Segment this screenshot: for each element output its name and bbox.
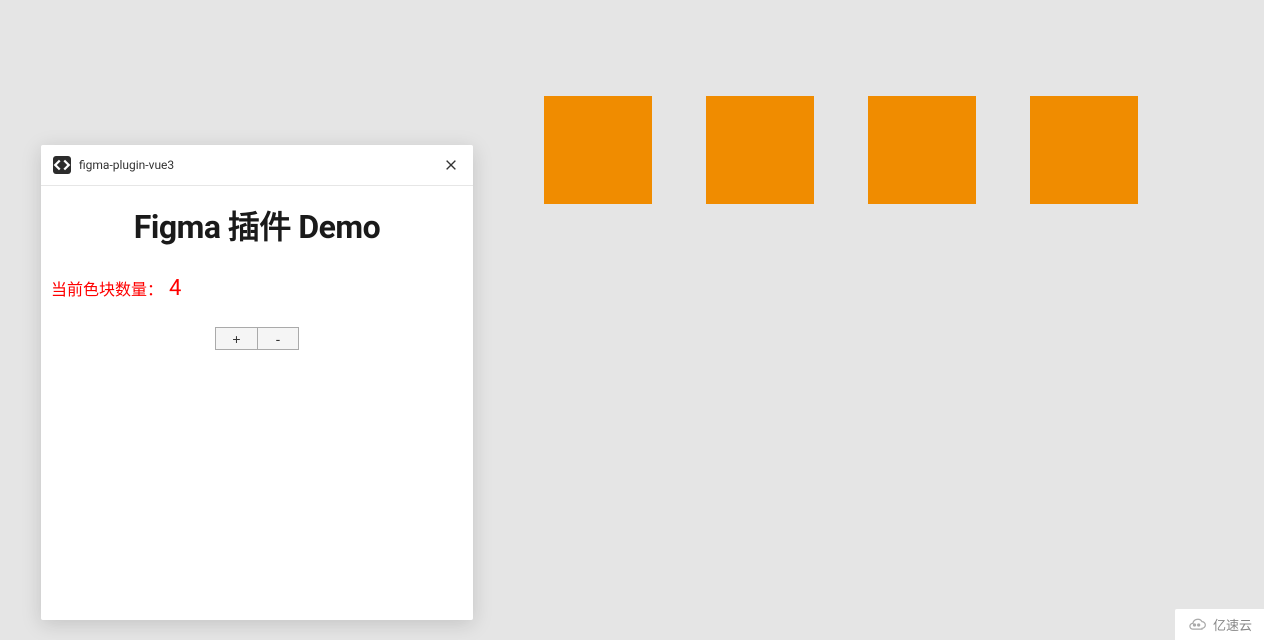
count-value: 4: [169, 276, 181, 301]
plugin-heading: Figma 插件 Demo: [51, 202, 463, 248]
color-block[interactable]: [1030, 96, 1138, 204]
plugin-code-icon: [53, 156, 71, 174]
increment-button[interactable]: +: [215, 327, 257, 350]
close-button[interactable]: [441, 155, 461, 175]
stepper-controls: + -: [51, 327, 463, 350]
color-block[interactable]: [544, 96, 652, 204]
color-block[interactable]: [868, 96, 976, 204]
color-block[interactable]: [706, 96, 814, 204]
watermark: 亿速云: [1175, 609, 1264, 640]
plugin-header: figma-plugin-vue3: [41, 145, 473, 186]
plugin-title: figma-plugin-vue3: [79, 158, 433, 172]
decrement-button[interactable]: -: [257, 327, 299, 350]
plugin-body: Figma 插件 Demo 当前色块数量： 4 + -: [41, 186, 473, 620]
cloud-icon: [1187, 618, 1207, 632]
plugin-window: figma-plugin-vue3 Figma 插件 Demo 当前色块数量： …: [41, 145, 473, 620]
count-label: 当前色块数量：: [51, 276, 163, 300]
close-icon: [444, 158, 458, 172]
count-display: 当前色块数量： 4: [51, 276, 463, 301]
watermark-text: 亿速云: [1213, 615, 1252, 634]
